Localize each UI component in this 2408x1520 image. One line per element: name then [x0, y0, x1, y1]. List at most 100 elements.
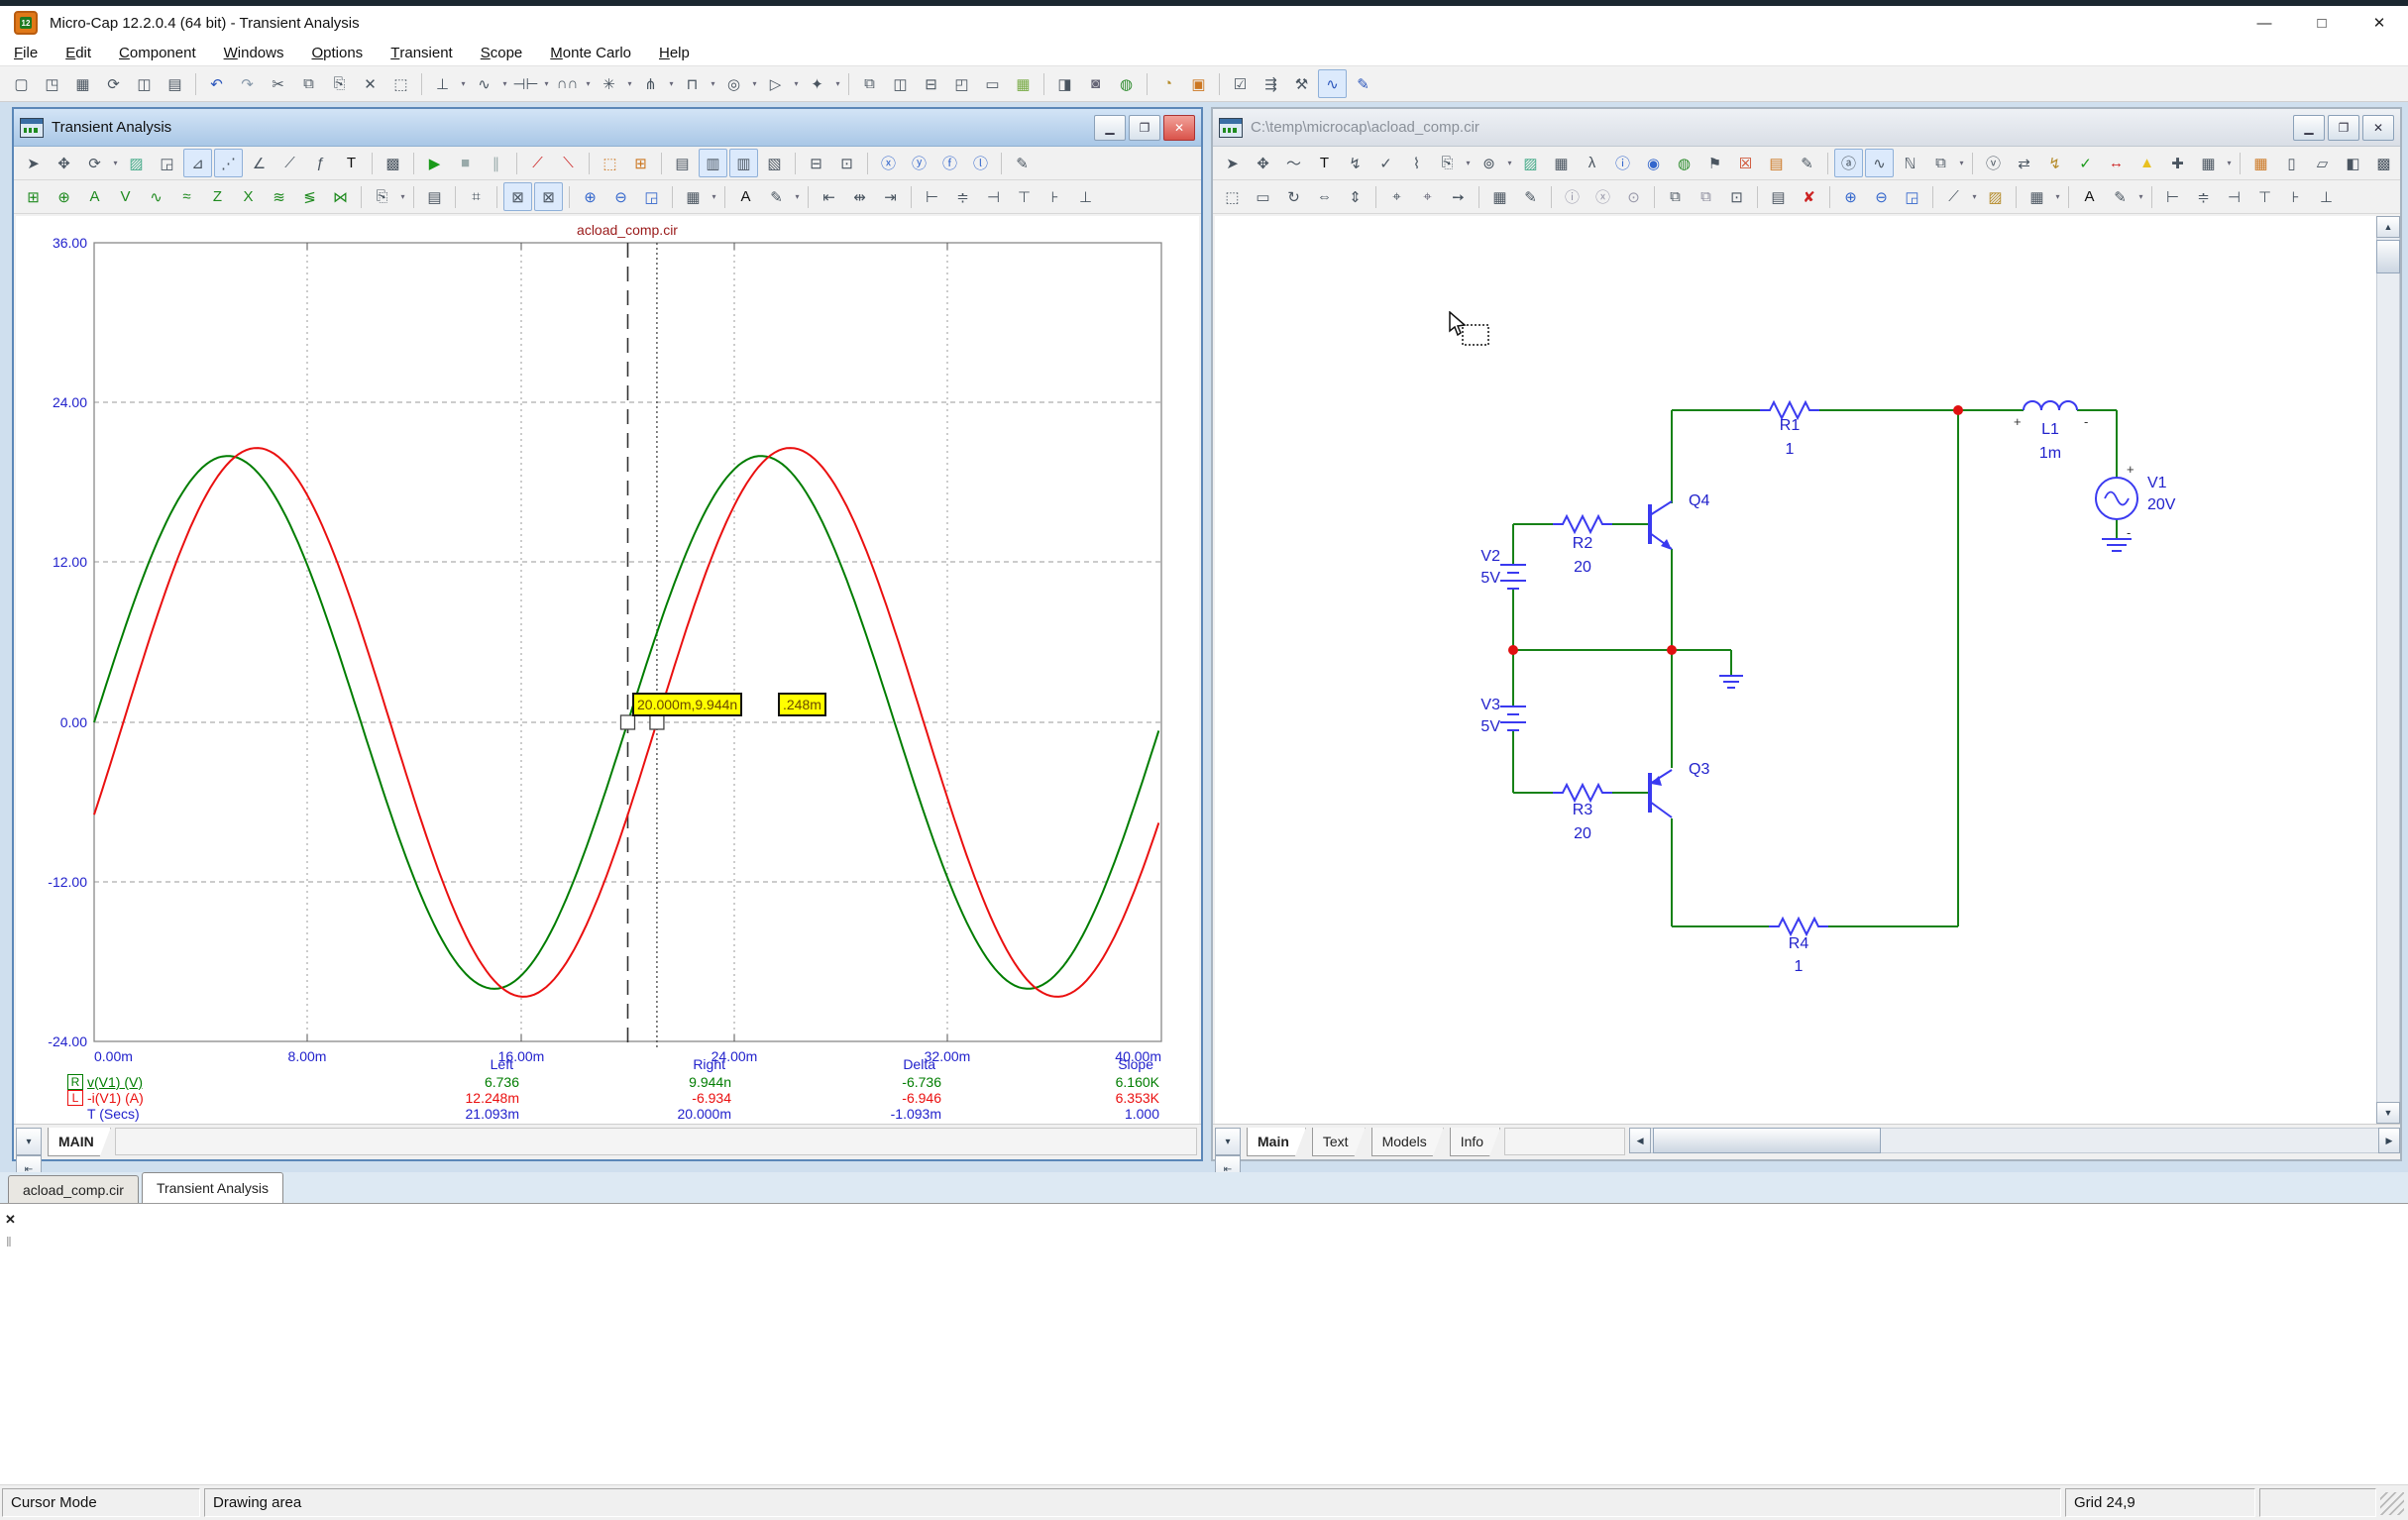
stepping-icon[interactable]: ⇶: [1257, 69, 1285, 98]
diagonal-wire-icon[interactable]: ↯: [1341, 149, 1369, 177]
model-table-icon[interactable]: ▦: [2246, 149, 2275, 177]
align-top-icon[interactable]: ⊤: [1010, 182, 1039, 211]
layer-up-icon[interactable]: ⧉: [1661, 182, 1690, 211]
component-ref-l1[interactable]: L1: [2041, 421, 2059, 439]
zoom-in-icon[interactable]: ⊕: [576, 182, 604, 211]
ground-component-icon-dropdown[interactable]: ▾: [458, 70, 469, 97]
more-gray-icon[interactable]: ⊙: [1619, 182, 1648, 211]
cursor-right-icon[interactable]: ⊠: [534, 182, 563, 211]
page-tab-info[interactable]: Info: [1450, 1128, 1500, 1156]
zoom-out-icon[interactable]: ⊖: [606, 182, 635, 211]
pane-left-icon[interactable]: ▤: [668, 149, 697, 177]
pin-connect-icon[interactable]: ↔: [2102, 149, 2131, 177]
doc-error-icon[interactable]: ☒: [1731, 149, 1760, 177]
app-close-button[interactable]: ✕: [2351, 6, 2408, 40]
component-value-r4[interactable]: 1: [1795, 958, 1804, 976]
select-box-icon[interactable]: ⬚: [1218, 182, 1247, 211]
doc-grid-icon[interactable]: ▦: [1485, 182, 1514, 211]
zoom-area-icon[interactable]: ◲: [637, 182, 666, 211]
waveform4-icon[interactable]: X: [234, 182, 263, 211]
readout-signal-label[interactable]: v(V1) (V): [87, 1074, 143, 1090]
clipboard-icon[interactable]: ⎘: [1433, 149, 1462, 177]
analysis-restore-button[interactable]: ❐: [1129, 115, 1160, 141]
component-value-r2[interactable]: 20: [1574, 559, 1591, 577]
message-panel[interactable]: ✕ ‖: [0, 1203, 2408, 1485]
list-icon[interactable]: ▤: [420, 182, 449, 211]
tangent-mode-icon[interactable]: ⟋: [275, 149, 304, 177]
menu-file[interactable]: File: [0, 40, 52, 65]
picture-icon[interactable]: ▨: [1516, 149, 1545, 177]
select-arrow-icon[interactable]: ➤: [1218, 149, 1247, 177]
component-value-v1[interactable]: 20V: [2147, 496, 2175, 514]
maximize-window-icon[interactable]: ▭: [978, 69, 1007, 98]
analysis-minimize-button[interactable]: ▁: [1094, 115, 1126, 141]
misc-component-icon[interactable]: ✦: [803, 69, 831, 98]
waveform7-icon[interactable]: ⋈: [326, 182, 355, 211]
grid-icon[interactable]: ▦: [2194, 149, 2223, 177]
inductor-component-icon-dropdown[interactable]: ▾: [583, 70, 594, 97]
fourier-icon[interactable]: ƒ: [306, 149, 335, 177]
transistor-component-icon-dropdown[interactable]: ▾: [666, 70, 677, 97]
save-icon[interactable]: ▦: [68, 69, 97, 98]
preferences-icon[interactable]: ☑: [1226, 69, 1255, 98]
transient-analysis-window[interactable]: Transient Analysis ▁ ❐ ✕ ➤✥⟳▾▨◲⊿⋰∠⟋ƒT▩▶■…: [12, 107, 1203, 1161]
transistor-component-icon[interactable]: ⋔: [636, 69, 665, 98]
paste-icon[interactable]: ⎘: [368, 182, 396, 211]
link-icon[interactable]: ◍: [1670, 149, 1698, 177]
sine-source-icon[interactable]: ◎: [719, 69, 748, 98]
volt-waveform-icon[interactable]: V: [111, 182, 140, 211]
add-waveform-icon[interactable]: ⊞: [19, 182, 48, 211]
pan-icon[interactable]: ✥: [50, 149, 78, 177]
menu-component[interactable]: Component: [105, 40, 210, 65]
add-plot-icon[interactable]: ⊕: [50, 182, 78, 211]
pane-center-icon[interactable]: ▥: [699, 149, 727, 177]
zoom-area-icon[interactable]: ◲: [1898, 182, 1926, 211]
panel-icon[interactable]: ◨: [1050, 69, 1079, 98]
layer-down-icon[interactable]: ⧉: [1692, 182, 1720, 211]
align-bottom-icon[interactable]: ⊥: [1071, 182, 1100, 211]
font-icon[interactable]: A: [2075, 182, 2104, 211]
grid-icon[interactable]: ▦: [679, 182, 708, 211]
go-left-icon[interactable]: ⇤: [815, 182, 843, 211]
stop-icon[interactable]: ■: [451, 149, 480, 177]
amp-waveform-icon[interactable]: A: [80, 182, 109, 211]
schematic-window[interactable]: C:\temp\microcap\acload_comp.cir ▁ ❐ ✕ ➤…: [1211, 107, 2402, 1161]
component-ref-r3[interactable]: R3: [1573, 802, 1592, 819]
run-icon[interactable]: ▶: [420, 149, 449, 177]
page-tab-models[interactable]: Models: [1371, 1128, 1444, 1156]
node-icon[interactable]: ⊚: [1475, 149, 1503, 177]
node-numbers-icon[interactable]: ℕ: [1896, 149, 1924, 177]
layers-icon[interactable]: ⧉: [1926, 149, 1955, 177]
plot-area[interactable]: acload_comp.cir 20.000m,9.944n .248m Lef…: [16, 216, 1199, 1124]
print-icon[interactable]: ▤: [161, 69, 189, 98]
layers-icon-dropdown[interactable]: ▾: [1956, 150, 1967, 176]
grid-icon-dropdown[interactable]: ▾: [709, 183, 719, 210]
draw-mode-icon-dropdown[interactable]: ▾: [1969, 183, 1980, 210]
app-maximize-button[interactable]: □: [2293, 6, 2351, 40]
numeric-output-icon[interactable]: ⌗: [462, 182, 491, 211]
waveform-icon[interactable]: ∿: [142, 182, 170, 211]
crosshair-icon[interactable]: ✚: [2163, 149, 2192, 177]
wire-icon[interactable]: 〜: [1279, 149, 1308, 177]
resistor-component-icon-dropdown[interactable]: ▾: [499, 70, 510, 97]
rotate-icon[interactable]: ↻: [1279, 182, 1308, 211]
grid2-icon-dropdown[interactable]: ▾: [2052, 183, 2063, 210]
doc-tab-acload-comp-cir[interactable]: acload_comp.cir: [8, 1175, 139, 1203]
grid-icon-dropdown[interactable]: ▾: [2224, 150, 2235, 176]
cascade-windows-icon[interactable]: ⧉: [855, 69, 884, 98]
analysis-plot-icon[interactable]: ∿: [1318, 69, 1347, 98]
pulse-source-icon[interactable]: ⊓: [678, 69, 707, 98]
cursor-mode-icon[interactable]: ⋰: [214, 149, 243, 177]
collapse-icon[interactable]: ⊟: [802, 149, 830, 177]
auto-scale-icon[interactable]: ⊞: [626, 149, 655, 177]
zoom-out-icon[interactable]: ⊖: [1867, 182, 1896, 211]
align-middle-icon[interactable]: ⊦: [2281, 182, 2310, 211]
font-icon[interactable]: A: [731, 182, 760, 211]
web-icon[interactable]: ◍: [1112, 69, 1141, 98]
menu-edit[interactable]: Edit: [52, 40, 105, 65]
align-center-icon[interactable]: ≑: [948, 182, 977, 211]
component-value-r1[interactable]: 1: [1786, 441, 1795, 459]
menu-windows[interactable]: Windows: [210, 40, 298, 65]
zoom-select-icon[interactable]: ◲: [153, 149, 181, 177]
undo-icon[interactable]: ↶: [202, 69, 231, 98]
